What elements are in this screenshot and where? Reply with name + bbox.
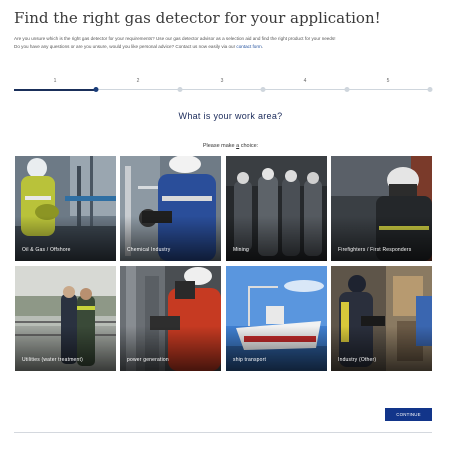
- step-5-number: 5: [386, 78, 390, 84]
- option-label: Mining: [233, 247, 249, 253]
- contact-form-link[interactable]: contact form: [236, 44, 261, 49]
- tile-shade: [226, 216, 327, 261]
- intro-line-1: Are you unsure which is the right gas de…: [14, 36, 336, 41]
- question-heading: What is your work area?: [178, 111, 283, 121]
- intro-line-2: Do you have any questions or are you uns…: [14, 43, 454, 51]
- choice-hint: Please make a choice:: [0, 143, 461, 149]
- tile-shade: [226, 326, 327, 371]
- option-label: Oil & Gas / Offshore: [22, 247, 71, 253]
- option-industry-other[interactable]: Industry (Other): [331, 266, 432, 371]
- step-3-dot: [260, 87, 266, 92]
- option-label: ship transport: [233, 357, 267, 363]
- tile-shade: [331, 216, 432, 261]
- option-label: Utilities (water treatment): [22, 357, 83, 363]
- step-2-dot: [177, 87, 183, 92]
- hint-suffix: choice:: [239, 143, 259, 149]
- option-mining[interactable]: Mining: [226, 156, 327, 261]
- stepper-progress-fill: [14, 89, 96, 91]
- tile-shade: [15, 326, 116, 371]
- step-1-dot: [93, 87, 99, 92]
- tile-shade: [331, 326, 432, 371]
- option-utilities[interactable]: Utilities (water treatment): [15, 266, 116, 371]
- progress-stepper: 1 2 3 4 5: [14, 78, 433, 94]
- intro-line-2-suffix: .: [261, 44, 263, 49]
- step-4-number: 4: [303, 78, 307, 84]
- option-label: Chemical Industry: [127, 247, 171, 253]
- work-area-grid: Oil & Gas / Offshore Chemical Industry M…: [15, 156, 432, 371]
- step-1-number: 1: [53, 78, 57, 84]
- tile-shade: [120, 326, 221, 371]
- intro-text: Are you unsure which is the right gas de…: [14, 35, 454, 51]
- option-firefighters[interactable]: Firefighters / First Responders: [331, 156, 432, 261]
- option-ship-transport[interactable]: ship transport: [226, 266, 327, 371]
- tile-shade: [120, 216, 221, 261]
- intro-line-2-prefix: Do you have any questions or are you uns…: [14, 44, 237, 49]
- option-label: Firefighters / First Responders: [338, 247, 412, 253]
- option-power-generation[interactable]: power generation: [120, 266, 221, 371]
- option-oil-gas-offshore[interactable]: Oil & Gas / Offshore: [15, 156, 116, 261]
- option-label: Industry (Other): [338, 357, 377, 363]
- option-label: power generation: [127, 357, 169, 363]
- page-title: Find the right gas detector for your app…: [14, 9, 381, 27]
- step-3-number: 3: [220, 78, 224, 84]
- step-4-dot: [344, 87, 350, 92]
- continue-button[interactable]: CONTINUE: [385, 408, 432, 421]
- footer-divider: [14, 432, 432, 433]
- hint-prefix: Please make: [202, 143, 237, 149]
- step-2-number: 2: [136, 78, 140, 84]
- step-5-dot: [427, 87, 433, 92]
- option-chemical-industry[interactable]: Chemical Industry: [120, 156, 221, 261]
- tile-shade: [15, 216, 116, 261]
